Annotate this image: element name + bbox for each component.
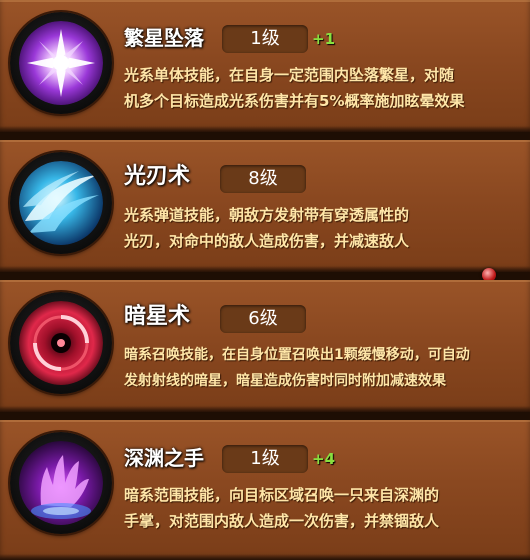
abyss-hand-icon <box>19 441 103 525</box>
skill-list: 繁星坠落 1级 +1 光系单体技能，在自身一定范围内坠落繁星，对随 机多个目标造… <box>0 0 530 560</box>
level-bonus: +1 <box>312 30 336 48</box>
skill-description: 暗系召唤技能，在自身位置召唤出1颗缓慢移动，可自动 发射射线的暗星，暗星造成伤害… <box>124 342 522 394</box>
starburst-icon <box>19 21 103 105</box>
skill-description-line: 手掌，对范围内敌人造成一次伤害，并禁锢敌人 <box>124 512 440 530</box>
skill-level: 8级 <box>220 165 306 193</box>
skill-card[interactable]: 繁星坠落 1级 +1 光系单体技能，在自身一定范围内坠落繁星，对随 机多个目标造… <box>0 0 530 132</box>
skill-level: 1级 <box>222 445 308 473</box>
skill-description: 光系弹道技能，朝敌方发射带有穿透属性的 光刃，对命中的敌人造成伤害，并减速敌人 <box>124 202 522 254</box>
skill-card[interactable]: 暗星术 6级 暗系召唤技能，在自身位置召唤出1颗缓慢移动，可自动 发射射线的暗星… <box>0 280 530 412</box>
skill-card[interactable]: 深渊之手 1级 +4 暗系范围技能，向目标区域召唤一只来自深渊的 手掌，对范围内… <box>0 420 530 560</box>
skill-name: 暗星术 <box>124 304 191 329</box>
skill-icon-frame <box>10 432 112 534</box>
skill-icon-frame <box>10 292 112 394</box>
skill-level: 1级 <box>222 25 308 53</box>
skill-description-line: 机多个目标造成光系伤害并有5%概率施加眩晕效果 <box>124 92 465 110</box>
skill-description-line: 暗系召唤技能，在自身位置召唤出1颗缓慢移动，可自动 <box>124 347 470 363</box>
card-divider <box>0 412 530 420</box>
skill-description: 光系单体技能，在自身一定范围内坠落繁星，对随 机多个目标造成光系伤害并有5%概率… <box>124 62 522 114</box>
card-divider <box>0 272 530 280</box>
skill-description-line: 光系弹道技能，朝敌方发射带有穿透属性的 <box>124 206 410 224</box>
skill-description: 暗系范围技能，向目标区域召唤一只来自深渊的 手掌，对范围内敌人造成一次伤害，并禁… <box>124 482 522 534</box>
skill-icon-frame <box>10 12 112 114</box>
skill-icon-frame <box>10 152 112 254</box>
light-blade-icon <box>19 161 103 245</box>
skill-card[interactable]: 光刃术 8级 光系弹道技能，朝敌方发射带有穿透属性的 光刃，对命中的敌人造成伤害… <box>0 140 530 272</box>
skill-name: 繁星坠落 <box>124 26 204 50</box>
skill-description-line: 发射射线的暗星，暗星造成伤害时同时附加减速效果 <box>124 373 446 389</box>
skill-description-line: 光系单体技能，在自身一定范围内坠落繁星，对随 <box>124 66 455 84</box>
level-bonus: +4 <box>312 450 336 468</box>
skill-name: 光刃术 <box>124 164 191 189</box>
skill-level: 6级 <box>220 305 306 333</box>
skill-description-line: 暗系范围技能，向目标区域召唤一只来自深渊的 <box>124 486 440 504</box>
skill-description-line: 光刃，对命中的敌人造成伤害，并减速敌人 <box>124 232 410 250</box>
card-divider <box>0 132 530 140</box>
dark-star-icon <box>19 301 103 385</box>
skill-name: 深渊之手 <box>124 446 204 470</box>
